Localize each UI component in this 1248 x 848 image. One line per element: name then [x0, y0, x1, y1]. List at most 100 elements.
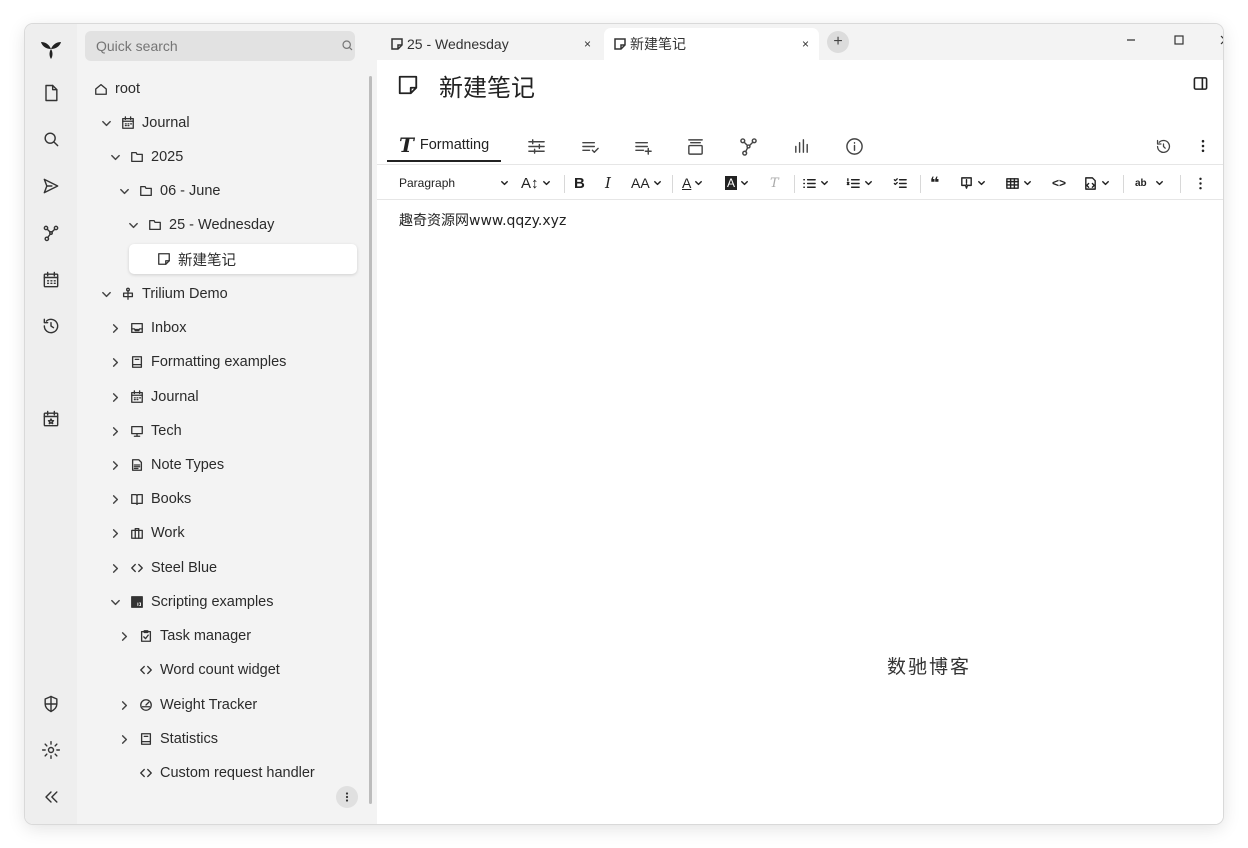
collapse-sidebar-icon[interactable]: [37, 783, 65, 811]
chevron-down-icon[interactable]: [108, 595, 122, 609]
note-info-chart-icon[interactable]: [792, 130, 811, 162]
chevron-right-icon[interactable]: [108, 355, 122, 369]
toolbar-separator: [564, 175, 565, 193]
tree-item-steel-blue[interactable]: Steel Blue: [108, 553, 217, 583]
heading-size-button[interactable]: A↕: [521, 173, 551, 193]
tree-item-tech[interactable]: Tech: [108, 416, 182, 446]
minimize-icon[interactable]: [1118, 30, 1144, 50]
chevron-down-icon[interactable]: [108, 150, 122, 164]
tree-item-word-count-widget[interactable]: Word count widget: [138, 655, 280, 685]
chevron-right-icon[interactable]: [117, 698, 131, 712]
code-block-button[interactable]: [1083, 173, 1110, 193]
quick-search-input[interactable]: [85, 31, 355, 61]
numbered-list-button[interactable]: [846, 173, 873, 193]
text-transform-button[interactable]: ab: [1135, 173, 1164, 193]
tree-item-new-note[interactable]: 新建笔记: [129, 244, 357, 274]
tree-item-scripting-examples[interactable]: Scripting examples: [108, 587, 274, 617]
tab-new-note[interactable]: 新建笔记 ×: [604, 28, 819, 60]
tree-item-06-june[interactable]: 06 - June: [117, 176, 220, 206]
file-icon: [129, 457, 145, 473]
tree-item-custom-request-handler[interactable]: Custom request handler: [138, 758, 315, 788]
chevron-right-icon[interactable]: [108, 458, 122, 472]
info-icon[interactable]: [845, 130, 864, 162]
font-size-button[interactable]: AA: [631, 173, 662, 193]
tree-item-formatting-examples[interactable]: Formatting examples: [108, 347, 286, 377]
tree-item-work[interactable]: Work: [108, 518, 185, 548]
today-note-icon[interactable]: [37, 405, 65, 433]
admonition-button[interactable]: [959, 173, 986, 193]
tree-item-books[interactable]: Books: [108, 484, 191, 514]
tree-item-label: root: [115, 81, 140, 97]
tree-item-label: Trilium Demo: [142, 286, 228, 302]
basic-properties-icon[interactable]: [581, 130, 600, 162]
protected-session-icon[interactable]: [37, 690, 65, 718]
tree-item-label: Custom request handler: [160, 765, 315, 781]
todo-list-button[interactable]: [893, 173, 908, 193]
trilium-logo-icon[interactable]: [37, 34, 65, 62]
insert-table-button[interactable]: [1005, 173, 1032, 193]
right-panel-toggle-icon[interactable]: [1193, 76, 1209, 92]
note-title[interactable]: 新建笔记: [439, 68, 535, 103]
note-map-icon[interactable]: [739, 130, 758, 162]
new-tab-button[interactable]: +: [827, 31, 849, 53]
note-map-icon[interactable]: [37, 219, 65, 247]
chevron-right-icon[interactable]: [108, 526, 122, 540]
background-color-button[interactable]: A: [725, 173, 749, 193]
maximize-icon[interactable]: [1166, 30, 1192, 50]
chevron-right-icon[interactable]: [108, 321, 122, 335]
ribbon-tab-formatting[interactable]: T Formatting: [387, 130, 502, 162]
tree-item-trilium-demo[interactable]: Trilium Demo: [99, 279, 228, 309]
tree-item-25-wednesday[interactable]: 25 - Wednesday: [126, 210, 274, 240]
bulleted-list-button[interactable]: [802, 173, 829, 193]
chevron-down-icon[interactable]: [117, 184, 131, 198]
font-color-button[interactable]: A: [682, 173, 703, 193]
search-icon[interactable]: [37, 125, 65, 153]
chevron-right-icon[interactable]: [108, 390, 122, 404]
tree-item-weight-tracker[interactable]: Weight Tracker: [117, 690, 257, 720]
note-properties-icon[interactable]: [527, 130, 546, 162]
search-icon[interactable]: [341, 39, 355, 53]
chevron-down-icon[interactable]: [99, 287, 113, 301]
tab-25-wednesday[interactable]: 25 - Wednesday ×: [381, 28, 601, 60]
chevron-down-icon[interactable]: [126, 218, 140, 232]
chevron-right-icon[interactable]: [117, 629, 131, 643]
tree-item-inbox[interactable]: Inbox: [108, 313, 186, 343]
chevron-right-icon[interactable]: [108, 424, 122, 438]
bold-button[interactable]: B: [574, 173, 585, 193]
revisions-icon[interactable]: [1155, 130, 1172, 162]
chevron-right-icon[interactable]: [108, 561, 122, 575]
tree-scrollbar[interactable]: [369, 76, 372, 804]
editor-content[interactable]: 趣奇资源网www.qqzy.xyz: [399, 210, 566, 230]
italic-button[interactable]: I: [605, 173, 611, 193]
new-note-icon[interactable]: [37, 79, 65, 107]
toolbar-more-icon[interactable]: [1193, 173, 1208, 193]
recent-changes-icon[interactable]: [37, 312, 65, 340]
app-window: root Journal 2025 06 - June 25 - Wednesd…: [25, 24, 1223, 824]
inline-code-button[interactable]: <>: [1052, 173, 1066, 193]
note-paths-icon[interactable]: [686, 130, 705, 162]
chevron-right-icon[interactable]: [117, 732, 131, 746]
promoted-attributes-icon[interactable]: [634, 130, 653, 162]
chevron-down-icon[interactable]: [99, 116, 113, 130]
checkbox-icon: [138, 628, 154, 644]
note-icon[interactable]: [397, 74, 421, 98]
tree-options-icon[interactable]: [336, 786, 358, 808]
tree-item-statistics[interactable]: Statistics: [117, 724, 218, 754]
more-options-icon[interactable]: [1195, 130, 1211, 162]
tree-item-note-types[interactable]: Note Types: [108, 450, 224, 480]
tree-item-task-manager[interactable]: Task manager: [117, 621, 251, 651]
paragraph-style-select[interactable]: Paragraph: [399, 173, 509, 193]
settings-gear-icon[interactable]: [37, 736, 65, 764]
window-close-icon[interactable]: [1212, 30, 1223, 50]
tree-item-journal-demo[interactable]: Journal: [108, 382, 199, 412]
close-icon[interactable]: ×: [802, 37, 809, 51]
remove-format-button[interactable]: T: [770, 173, 779, 193]
tree-item-root[interactable]: root: [93, 74, 140, 104]
close-icon[interactable]: ×: [584, 37, 591, 51]
tree-item-journal[interactable]: Journal: [99, 108, 190, 138]
jump-to-note-icon[interactable]: [37, 172, 65, 200]
tree-item-2025[interactable]: 2025: [108, 142, 183, 172]
chevron-right-icon[interactable]: [108, 492, 122, 506]
block-quote-button[interactable]: ❝: [930, 173, 939, 193]
calendar-icon[interactable]: [37, 266, 65, 294]
